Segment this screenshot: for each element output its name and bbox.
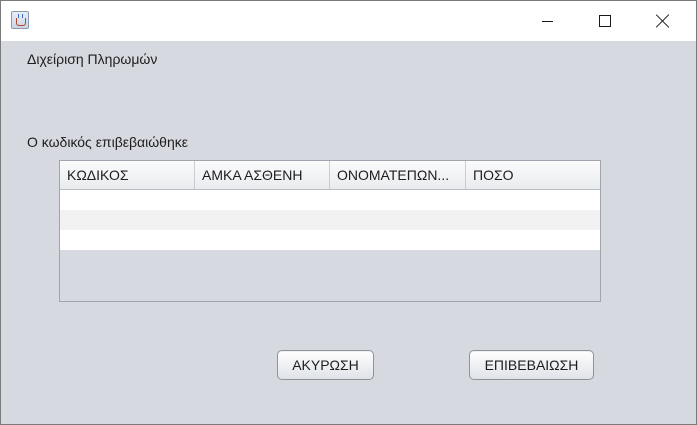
title-bar[interactable] (1, 1, 696, 41)
minimize-icon (541, 20, 553, 22)
table-cell[interactable] (195, 230, 330, 250)
column-header-fullname[interactable]: ΟΝΟΜΑΤΕΠΩΝ... (330, 161, 466, 189)
table-cell[interactable] (466, 210, 600, 230)
maximize-button[interactable] (576, 1, 634, 41)
table-cell[interactable] (60, 210, 195, 230)
table-cell[interactable] (330, 190, 466, 210)
table-cell[interactable] (466, 190, 600, 210)
minimize-button[interactable] (518, 1, 576, 41)
application-window: Διχείριση Πληρωμών Ο κωδικός επιβεβαιώθη… (0, 0, 697, 425)
status-message: Ο κωδικός επιβεβαιώθηκε (27, 134, 188, 150)
table-header: ΚΩΔΙΚΟΣ ΑΜΚΑ ΑΣΘΕΝΗ ΟΝΟΜΑΤΕΠΩΝ... ΠΟΣΟ (60, 161, 600, 190)
close-button[interactable] (634, 1, 692, 41)
page-title: Διχείριση Πληρωμών (27, 51, 158, 67)
table-row[interactable] (60, 210, 600, 230)
close-icon (656, 14, 670, 28)
column-header-amka[interactable]: ΑΜΚΑ ΑΣΘΕΝΗ (195, 161, 330, 189)
payments-table[interactable]: ΚΩΔΙΚΟΣ ΑΜΚΑ ΑΣΘΕΝΗ ΟΝΟΜΑΤΕΠΩΝ... ΠΟΣΟ (59, 160, 601, 302)
table-row[interactable] (60, 230, 600, 250)
column-header-code[interactable]: ΚΩΔΙΚΟΣ (60, 161, 195, 189)
maximize-icon (599, 15, 611, 27)
table-cell[interactable] (195, 190, 330, 210)
column-header-amount[interactable]: ΠΟΣΟ (466, 161, 600, 189)
table-cell[interactable] (60, 230, 195, 250)
table-cell[interactable] (330, 230, 466, 250)
table-cell[interactable] (195, 210, 330, 230)
table-row[interactable] (60, 190, 600, 210)
table-cell[interactable] (466, 230, 600, 250)
java-app-icon[interactable] (11, 11, 29, 29)
cancel-button[interactable]: ΑΚΥΡΩΣΗ (277, 350, 374, 380)
confirm-button[interactable]: ΕΠΙΒΕΒΑΙΩΣΗ (469, 350, 594, 380)
table-body (60, 190, 600, 250)
table-cell[interactable] (330, 210, 466, 230)
table-cell[interactable] (60, 190, 195, 210)
